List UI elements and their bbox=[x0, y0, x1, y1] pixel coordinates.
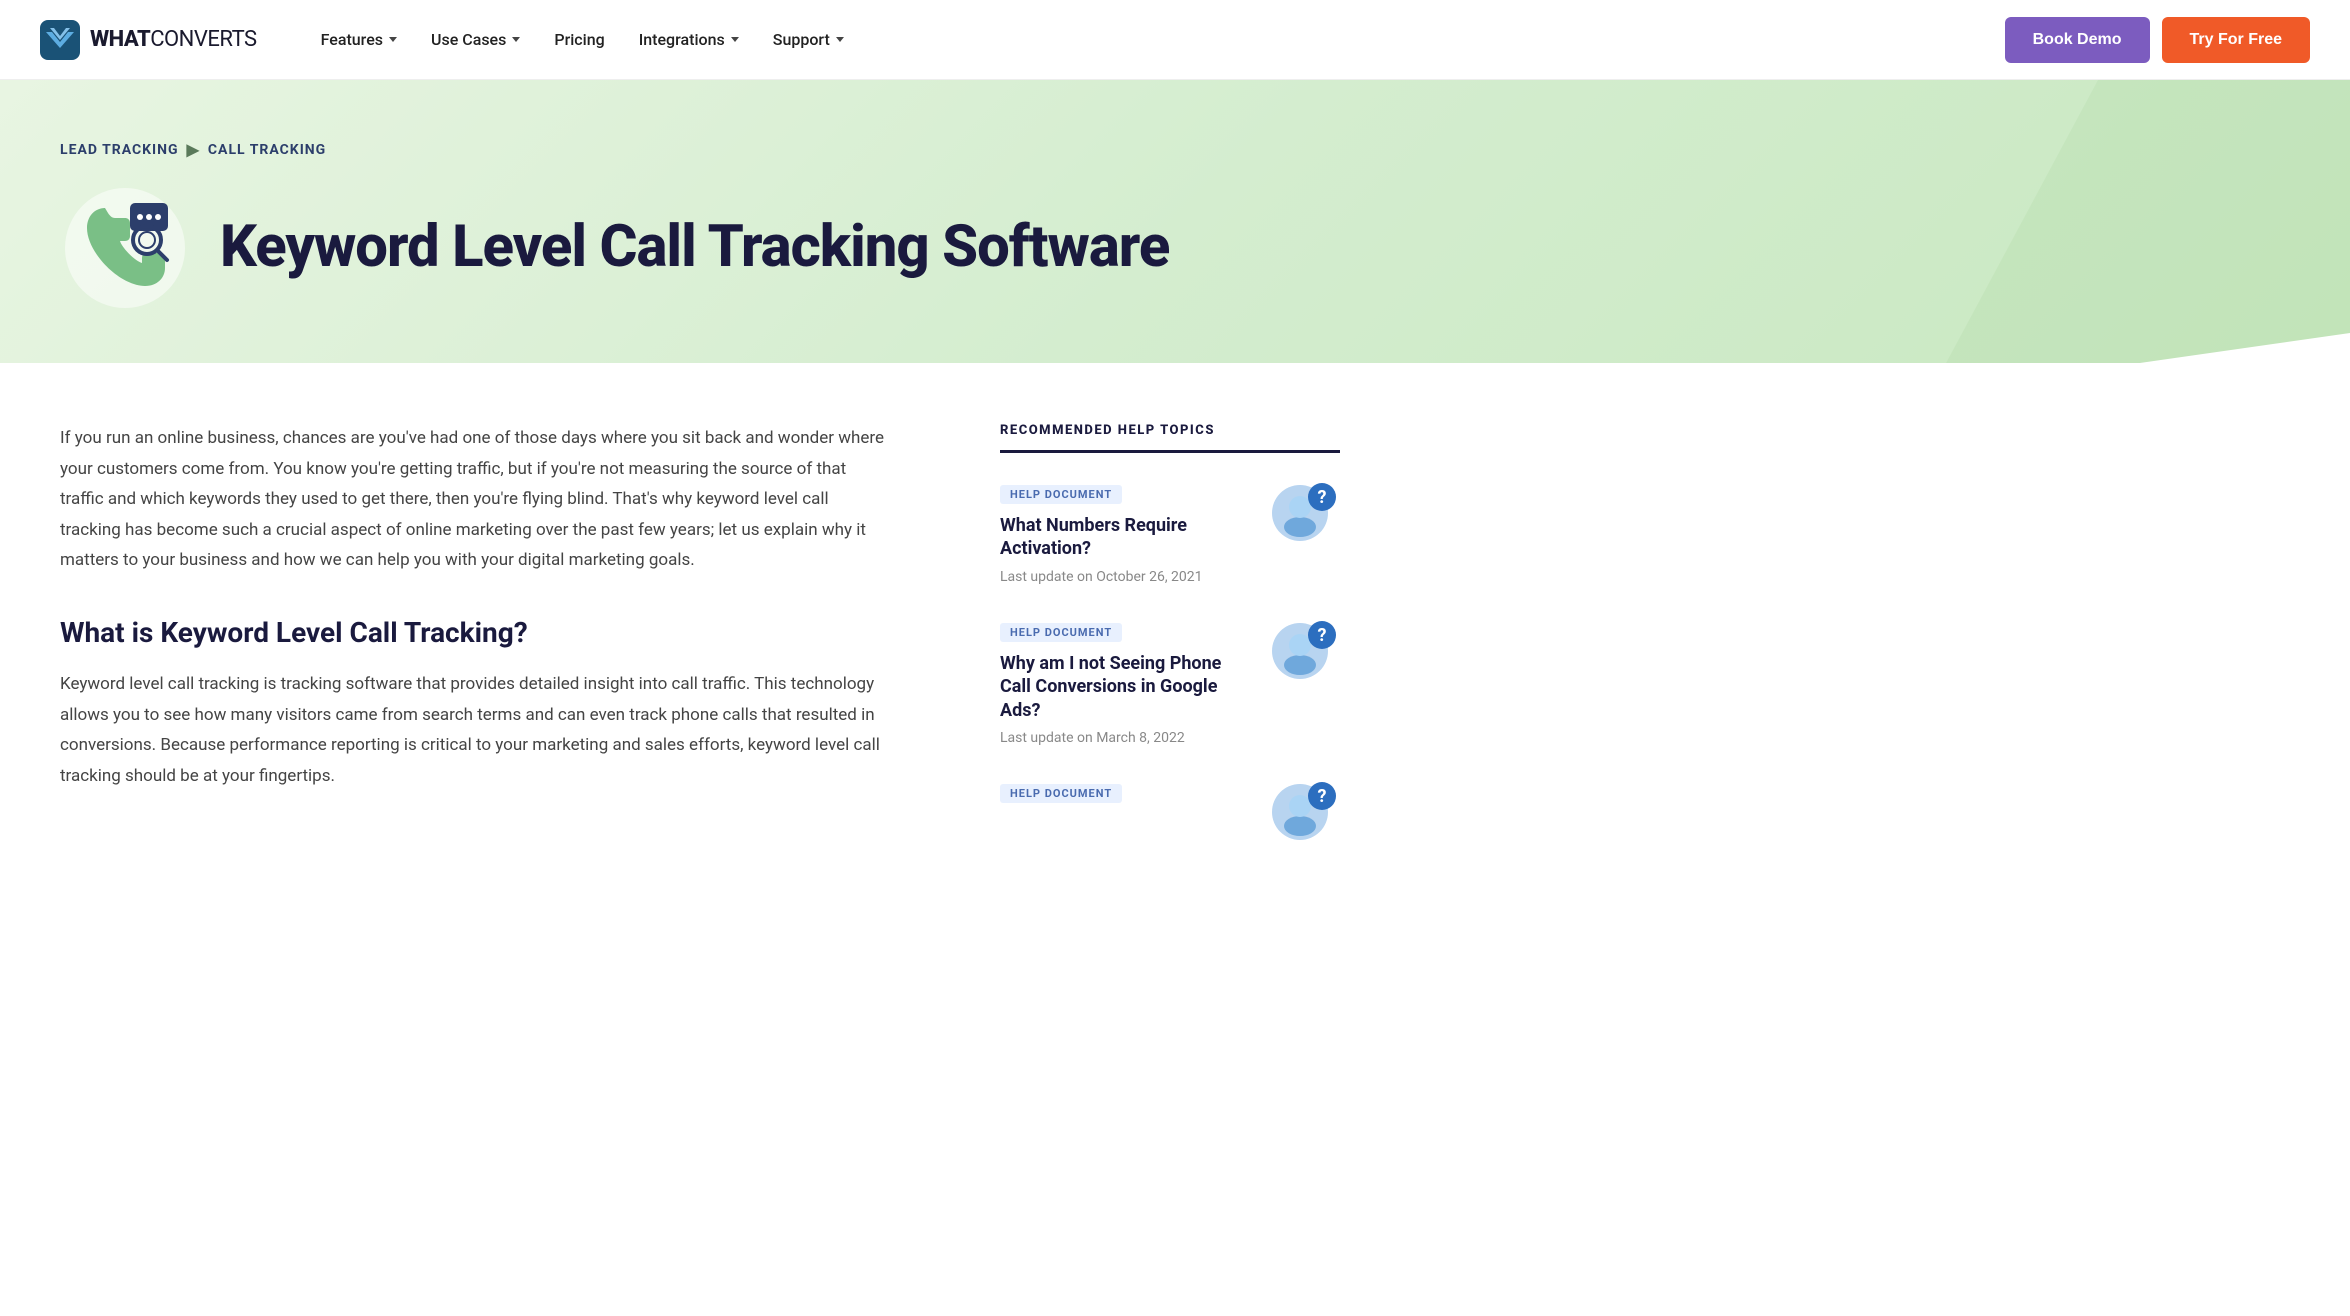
nav-links: Features Use Cases Pricing Integrations … bbox=[307, 22, 2005, 57]
nav-pricing[interactable]: Pricing bbox=[540, 22, 618, 57]
help-badge-2: HELP DOCUMENT bbox=[1000, 623, 1122, 642]
nav-use-cases[interactable]: Use Cases bbox=[417, 22, 534, 57]
call-tracking-icon bbox=[60, 183, 190, 313]
hero-content: Keyword Level Call Tracking Software bbox=[60, 183, 2290, 313]
hero-icon bbox=[60, 183, 190, 313]
hero-section: LEAD TRACKING ▶ CALL TRACKING bbox=[0, 80, 2350, 393]
logo-text: WHATCONVERTS bbox=[90, 27, 257, 52]
breadcrumb-parent[interactable]: LEAD TRACKING bbox=[60, 142, 179, 158]
help-card-2: HELP DOCUMENT Why am I not Seeing Phone … bbox=[1000, 621, 1340, 746]
help-card-2-title[interactable]: Why am I not Seeing Phone Call Conversio… bbox=[1000, 652, 1254, 722]
help-badge-1: HELP DOCUMENT bbox=[1000, 485, 1122, 504]
content-wrapper: If you run an online business, chances a… bbox=[0, 363, 2350, 928]
logo-icon bbox=[40, 20, 80, 60]
nav-cta: Book Demo Try For Free bbox=[2005, 17, 2310, 63]
section1-title: What is Keyword Level Call Tracking? bbox=[60, 616, 890, 649]
logo[interactable]: WHATCONVERTS bbox=[40, 20, 257, 60]
chevron-down-icon bbox=[731, 37, 739, 42]
nav-integrations[interactable]: Integrations bbox=[625, 22, 753, 57]
sidebar-title: RECOMMENDED HELP TOPICS bbox=[1000, 423, 1340, 453]
help-card-3-content: HELP DOCUMENT bbox=[1000, 782, 1254, 813]
help-card-1-content: HELP DOCUMENT What Numbers Require Activ… bbox=[1000, 483, 1254, 585]
help-card-1: HELP DOCUMENT What Numbers Require Activ… bbox=[1000, 483, 1340, 585]
help-card-3: HELP DOCUMENT ? bbox=[1000, 782, 1340, 852]
svg-text:?: ? bbox=[1318, 786, 1327, 807]
chevron-down-icon bbox=[512, 37, 520, 42]
breadcrumb-separator: ▶ bbox=[187, 140, 200, 159]
chevron-down-icon bbox=[836, 37, 844, 42]
chevron-down-icon bbox=[389, 37, 397, 42]
help-avatar-2: ? bbox=[1270, 621, 1340, 691]
page-title: Keyword Level Call Tracking Software bbox=[220, 216, 1169, 280]
help-card-2-date: Last update on March 8, 2022 bbox=[1000, 730, 1254, 746]
intro-paragraph: If you run an online business, chances a… bbox=[60, 423, 890, 576]
svg-text:?: ? bbox=[1318, 625, 1327, 646]
help-avatar-3: ? bbox=[1270, 782, 1340, 852]
help-card-2-content: HELP DOCUMENT Why am I not Seeing Phone … bbox=[1000, 621, 1254, 746]
nav-support[interactable]: Support bbox=[759, 22, 858, 57]
try-for-free-button[interactable]: Try For Free bbox=[2162, 17, 2310, 63]
book-demo-button[interactable]: Book Demo bbox=[2005, 17, 2150, 63]
main-content: If you run an online business, chances a… bbox=[0, 363, 960, 928]
section1-body: Keyword level call tracking is tracking … bbox=[60, 669, 890, 791]
help-card-1-title[interactable]: What Numbers Require Activation? bbox=[1000, 514, 1254, 561]
breadcrumb: LEAD TRACKING ▶ CALL TRACKING bbox=[60, 140, 2290, 159]
help-card-1-date: Last update on October 26, 2021 bbox=[1000, 569, 1254, 585]
nav-features[interactable]: Features bbox=[307, 22, 411, 57]
sidebar: RECOMMENDED HELP TOPICS HELP DOCUMENT Wh… bbox=[960, 363, 1380, 928]
svg-text:?: ? bbox=[1318, 487, 1327, 508]
breadcrumb-current: CALL TRACKING bbox=[208, 142, 326, 158]
help-avatar-1: ? bbox=[1270, 483, 1340, 553]
help-badge-3: HELP DOCUMENT bbox=[1000, 784, 1122, 803]
navbar: WHATCONVERTS Features Use Cases Pricing … bbox=[0, 0, 2350, 80]
